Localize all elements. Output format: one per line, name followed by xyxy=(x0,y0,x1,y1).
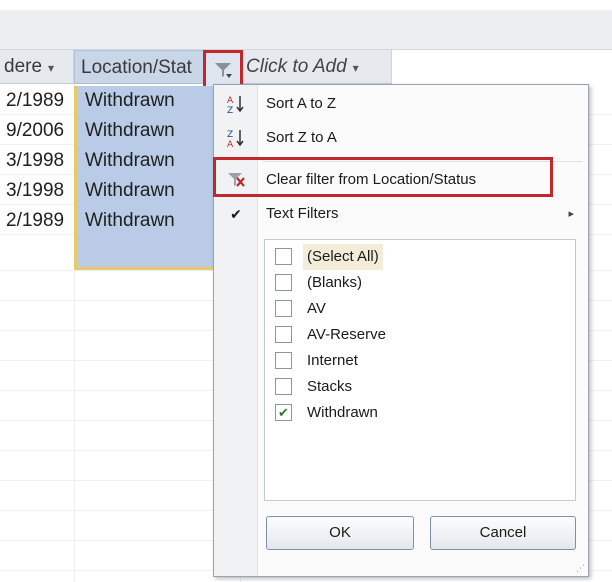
sort-ascending-icon: AZ xyxy=(220,87,252,121)
checkbox[interactable] xyxy=(275,300,292,317)
column-header-click-to-add[interactable]: Click to Add ▾ xyxy=(240,50,392,84)
filter-values-list[interactable]: (Select All) (Blanks) AV AV-Reserve Inte… xyxy=(264,239,576,501)
sort-descending-icon: ZA xyxy=(220,121,252,155)
cell-date[interactable]: 9/2006 xyxy=(6,116,74,146)
cell-date[interactable]: 3/1998 xyxy=(6,146,74,176)
resize-grip-icon[interactable]: ⋰ xyxy=(576,563,585,574)
cancel-button[interactable]: Cancel xyxy=(430,516,576,550)
menu-item-sort-a-to-z[interactable]: AZ Sort A to Z xyxy=(214,87,588,121)
dropdown-arrow-icon[interactable]: ▾ xyxy=(353,61,359,75)
menu-label: Sort Z to A xyxy=(266,129,337,146)
menu-label: Sort A to Z xyxy=(266,95,337,112)
checkmark-icon: ✔ xyxy=(230,206,242,222)
ribbon-area xyxy=(0,0,612,50)
svg-text:A: A xyxy=(227,96,234,106)
checkbox[interactable] xyxy=(275,248,292,265)
submenu-arrow-icon: ▸ xyxy=(568,208,574,220)
svg-text:A: A xyxy=(227,140,234,149)
checkbox[interactable] xyxy=(275,352,292,369)
filter-dropdown-menu: AZ Sort A to Z ZA Sort Z to A Clear filt… xyxy=(213,84,589,577)
menu-item-sort-z-to-a[interactable]: ZA Sort Z to A xyxy=(214,121,588,155)
cell-date[interactable]: 2/1989 xyxy=(6,206,74,236)
ok-button[interactable]: OK xyxy=(266,516,414,550)
cell-date[interactable]: 2/1989 xyxy=(6,86,74,116)
cell-date[interactable]: 3/1998 xyxy=(6,176,74,206)
svg-text:Z: Z xyxy=(227,130,233,140)
column-header-date[interactable]: dere ▾ xyxy=(0,50,74,84)
dropdown-arrow-icon[interactable]: ▾ xyxy=(48,61,54,75)
checkbox[interactable] xyxy=(275,274,292,291)
svg-text:Z: Z xyxy=(227,106,233,115)
ribbon-band xyxy=(0,10,612,50)
checkbox[interactable] xyxy=(275,326,292,343)
menu-item-text-filters[interactable]: ✔ Text Filters ▸ xyxy=(214,197,588,231)
checkbox[interactable] xyxy=(275,378,292,395)
checkbox-checked[interactable]: ✔ xyxy=(275,404,292,421)
menu-label: Text Filters xyxy=(266,205,339,222)
annotation-highlight-box xyxy=(213,157,553,197)
filter-icon xyxy=(215,63,232,78)
